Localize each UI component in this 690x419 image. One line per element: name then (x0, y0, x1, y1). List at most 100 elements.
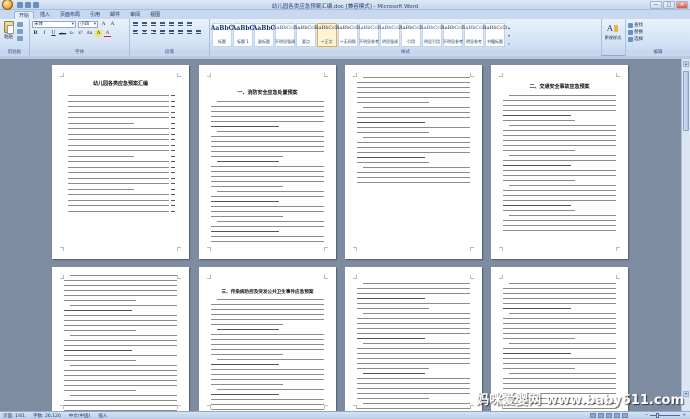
zoom-out-icon[interactable]: − (644, 413, 648, 418)
text-line (357, 368, 429, 369)
document-page-5[interactable] (52, 267, 189, 411)
document-page-4[interactable]: 二、交通安全事故应急预案 (491, 65, 628, 259)
scroll-up-icon[interactable]: ▴ (683, 61, 689, 67)
shading-icon[interactable] (186, 29, 193, 35)
select-button[interactable]: 选择 (628, 36, 688, 42)
style-tile[interactable]: AaBbCcD 要点 (294, 23, 318, 47)
tab-insert[interactable]: 插入 (36, 11, 54, 19)
toc-page-number (171, 111, 175, 113)
tab-review[interactable]: 审阅 (126, 11, 144, 19)
page-count[interactable]: 页面: 1/61 (3, 413, 25, 419)
style-tile[interactable]: AaBbCcD 明显引用 (420, 23, 444, 47)
increase-indent-icon[interactable] (168, 21, 175, 27)
maximize-button[interactable]: □ (663, 1, 675, 9)
find-button[interactable]: 查找 (628, 22, 688, 28)
text-line (68, 122, 134, 124)
print-layout-icon[interactable] (590, 413, 596, 418)
draft-icon[interactable] (622, 413, 628, 418)
show-marks-icon[interactable] (186, 21, 193, 27)
highlight-button[interactable]: A (95, 30, 102, 37)
decrease-indent-icon[interactable] (159, 21, 166, 27)
styles-scroll[interactable]: ▴ ▾ ▿ (506, 23, 512, 47)
text-line (357, 97, 470, 98)
font-color-button[interactable]: A (104, 30, 111, 37)
document-page-3[interactable] (345, 65, 482, 259)
shrink-font-icon[interactable]: A (109, 21, 116, 28)
change-styles-button[interactable]: A 更改样式 (604, 21, 622, 46)
cut-icon[interactable] (17, 22, 23, 27)
document-area[interactable]: 幼儿园各类应急预案汇编 一、消防安全应急处置预案 二、交通安全事故应急预案 三、… (0, 59, 681, 411)
minimize-button[interactable]: — (650, 1, 662, 9)
chevron-icon[interactable]: ▿ (508, 41, 510, 46)
copy-icon[interactable] (17, 29, 23, 34)
style-tile[interactable]: AaBbCcD 明显强调 (378, 23, 402, 47)
style-tile[interactable]: AaBbCcD ↵无间隔 (336, 23, 360, 47)
style-tile[interactable]: AaBbCcD 不明显参考 (357, 23, 381, 47)
italic-button[interactable]: I (41, 30, 48, 37)
word-count[interactable]: 字数: 26,120 (33, 413, 61, 419)
full-screen-icon[interactable] (598, 413, 604, 418)
style-tile[interactable]: AaBbCcD ↵正文 (315, 23, 339, 47)
sort-icon[interactable] (177, 21, 184, 27)
text-line (68, 95, 169, 96)
scroll-thumb[interactable] (683, 71, 689, 131)
text-line (509, 343, 616, 344)
line-spacing-icon[interactable] (177, 29, 184, 35)
text-line (503, 363, 616, 364)
web-layout-icon[interactable] (606, 413, 612, 418)
borders-icon[interactable] (195, 29, 202, 35)
format-painter-icon[interactable] (17, 36, 23, 41)
style-tile[interactable]: AaBbCcD 书籍标题 (483, 23, 507, 47)
style-tile[interactable]: AaBbCcD 不明显强调 (273, 23, 297, 47)
strikethrough-button[interactable]: abe (59, 30, 66, 37)
style-tile[interactable]: AaBbCcD 不明显参考 (441, 23, 465, 47)
outline-icon[interactable] (614, 413, 620, 418)
replace-button[interactable]: 替换 (628, 29, 688, 35)
align-center-icon[interactable] (141, 29, 148, 35)
text-line (357, 177, 470, 178)
toc-page-number (171, 133, 175, 135)
align-left-icon[interactable] (132, 29, 139, 35)
tab-view[interactable]: 视图 (146, 11, 164, 19)
distributed-icon[interactable] (168, 29, 175, 35)
underline-button[interactable]: U (50, 30, 57, 37)
vertical-scrollbar[interactable]: ▴ ▾ (681, 59, 690, 411)
tab-references[interactable]: 引用 (86, 11, 104, 19)
font-size-combo[interactable]: 小四 (78, 21, 98, 28)
font-name-combo[interactable]: 宋体 (32, 21, 76, 28)
align-right-icon[interactable] (150, 29, 157, 35)
chevron-icon[interactable]: ▾ (508, 33, 510, 38)
zoom-in-icon[interactable]: + (682, 413, 686, 418)
justify-icon[interactable] (159, 29, 166, 35)
document-page-6[interactable]: 三、传染病防控及突发公共卫生事件应急预案 (199, 267, 336, 411)
numbering-icon[interactable] (141, 21, 148, 27)
zoom-slider[interactable] (650, 413, 681, 418)
style-tile[interactable]: AaBbC 副标题 (253, 23, 275, 47)
paste-button[interactable]: 粘贴 (2, 21, 15, 43)
close-button[interactable]: ✕ (676, 1, 688, 9)
bold-button[interactable]: B (32, 30, 39, 37)
document-page-7[interactable] (345, 267, 482, 411)
style-tile[interactable]: AaBbC 标题 (211, 23, 233, 47)
document-page-1[interactable]: 幼儿园各类应急预案汇编 (52, 65, 189, 259)
tab-home[interactable]: 开始 (14, 11, 35, 19)
ribbon-tabs: 开始 插入 页面布局 引用 邮件 审阅 视图 (0, 10, 690, 19)
multilevel-list-icon[interactable] (150, 21, 157, 27)
tab-mailings[interactable]: 邮件 (106, 11, 124, 19)
zoom-knob[interactable] (656, 413, 660, 418)
insert-mode[interactable]: 插入 (98, 413, 107, 419)
bullets-icon[interactable] (132, 21, 139, 27)
style-tile[interactable]: AaBbCcD 明显参考 (462, 23, 486, 47)
language-indicator[interactable]: 中文(中国) (69, 413, 91, 419)
text-line (68, 210, 169, 212)
style-tile[interactable]: AaBbC 标题 1 (232, 23, 254, 47)
tab-page-layout[interactable]: 页面布局 (56, 11, 84, 19)
margin-corner (60, 405, 64, 409)
document-page-2[interactable]: 一、消防安全应急处置预案 (199, 65, 336, 259)
chevron-icon[interactable]: ▴ (508, 25, 510, 30)
grow-font-icon[interactable]: A (100, 21, 107, 28)
superscript-button[interactable]: x² (77, 30, 84, 37)
subscript-button[interactable]: x₂ (68, 30, 75, 37)
style-tile[interactable]: AaBbCcD 引用 (399, 23, 423, 47)
change-case-button[interactable]: Aa (86, 30, 93, 37)
